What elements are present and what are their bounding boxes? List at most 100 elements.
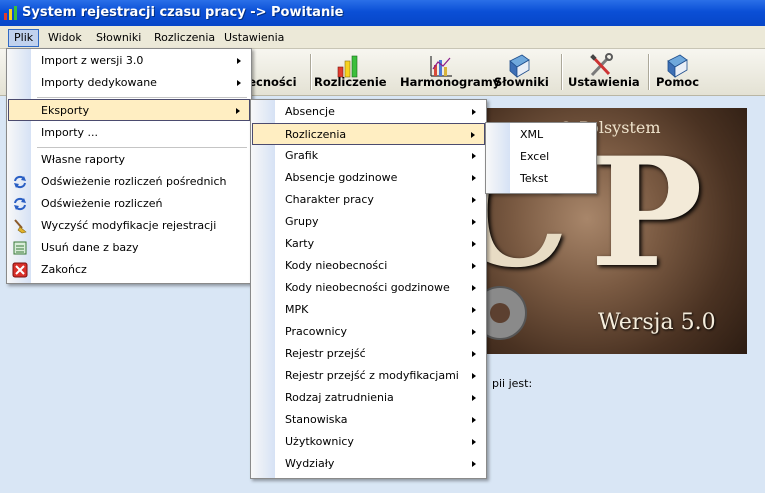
window-title: System rejestracji czasu pracy -> Powita…: [22, 5, 344, 20]
exit-icon: [12, 262, 28, 278]
menu-item-label: Importy dedykowane: [41, 76, 157, 89]
export-item-14[interactable]: Stanowiska: [252, 409, 485, 431]
submenu-arrow-icon: [472, 153, 476, 159]
menu-plik[interactable]: Plik: [8, 29, 40, 47]
submenu-arrow-icon: [472, 109, 476, 115]
title-bar: System rejestracji czasu pracy -> Powita…: [0, 0, 765, 26]
menu-item-own-reports[interactable]: Własne raporty: [8, 149, 250, 171]
export-item-4[interactable]: Charakter pracy: [252, 189, 485, 211]
submenu-arrow-icon: [472, 439, 476, 445]
menu-item-label: Absencje: [285, 105, 335, 118]
menu-item-label: Rejestr przejść: [285, 347, 366, 360]
submenu-arrow-icon: [472, 175, 476, 181]
menu-item-label: Absencje godzinowe: [285, 171, 398, 184]
menu-item-imports[interactable]: Importy ...: [8, 122, 250, 144]
menu-item-label: Odświeżenie rozliczeń: [41, 197, 163, 210]
export-item-8[interactable]: Kody nieobecności godzinowe: [252, 277, 485, 299]
submenu-arrow-icon: [472, 219, 476, 225]
menu-bar: Plik Widok Słowniki Rozliczenia Ustawien…: [0, 26, 765, 49]
plik-menu: Import z wersji 3.0 Importy dedykowane E…: [6, 48, 252, 284]
menu-item-label: Grafik: [285, 149, 319, 162]
menu-item-label: Rejestr przejść z modyfikacjami: [285, 369, 459, 382]
menu-item-label: Wydziały: [285, 457, 335, 470]
billing-export-format-1[interactable]: Excel: [487, 146, 595, 168]
menu-item-label: Stanowiska: [285, 413, 348, 426]
submenu-arrow-icon: [472, 263, 476, 269]
submenu-arrow-icon: [472, 461, 476, 467]
export-item-16[interactable]: Wydziały: [252, 453, 485, 475]
export-item-13[interactable]: Rodzaj zatrudnienia: [252, 387, 485, 409]
menu-rozliczenia[interactable]: Rozliczenia: [148, 30, 221, 46]
menu-separator: [37, 147, 247, 148]
menu-item-label: Importy ...: [41, 126, 99, 139]
gear-icon: [480, 286, 527, 340]
submenu-arrow-icon: [472, 285, 476, 291]
settings-label: Ustawienia: [568, 75, 640, 89]
menu-item-exit[interactable]: Zakończ: [8, 259, 250, 281]
settings-button[interactable]: Ustawienia: [568, 51, 642, 93]
schedules-button[interactable]: Harmonogramy: [400, 51, 500, 93]
export-item-10[interactable]: Pracownicy: [252, 321, 485, 343]
submenu-arrow-icon: [472, 329, 476, 335]
menu-separator: [37, 97, 247, 98]
toolbar-separator: [561, 54, 563, 90]
menu-item-label: Charakter pracy: [285, 193, 374, 206]
menu-item-label: Odświeżenie rozliczeń pośrednich: [41, 175, 227, 188]
menu-item-label: Wyczyść modyfikacje rejestracji: [41, 219, 217, 232]
menu-item-label: Grupy: [285, 215, 319, 228]
export-item-7[interactable]: Kody nieobecności: [252, 255, 485, 277]
submenu-arrow-icon: [472, 417, 476, 423]
help-button[interactable]: Pomoc: [656, 51, 704, 93]
billing-button[interactable]: Rozliczenie: [314, 51, 394, 93]
submenu-arrow-icon: [237, 58, 241, 64]
export-item-5[interactable]: Grupy: [252, 211, 485, 233]
export-item-15[interactable]: Użytkownicy: [252, 431, 485, 453]
toolbar-separator: [310, 54, 312, 90]
menu-item-label: Excel: [520, 150, 550, 163]
help-label: Pomoc: [656, 75, 700, 89]
menu-item-dedicated-imports[interactable]: Importy dedykowane: [8, 72, 250, 94]
splash-letter-p: P: [590, 125, 703, 301]
menu-item-import-v3[interactable]: Import z wersji 3.0: [8, 50, 250, 72]
export-item-0[interactable]: Absencje: [252, 101, 485, 123]
toolbar-separator: [648, 54, 650, 90]
menu-item-label: Usuń dane z bazy: [41, 241, 139, 254]
export-item-12[interactable]: Rejestr przejść z modyfikacjami: [252, 365, 485, 387]
submenu-arrow-icon: [472, 351, 476, 357]
menu-item-delete-data[interactable]: Usuń dane z bazy: [8, 237, 250, 259]
menu-item-label: Import z wersji 3.0: [41, 54, 144, 67]
export-item-11[interactable]: Rejestr przejść: [252, 343, 485, 365]
app-bar-chart-icon: [4, 6, 17, 20]
submenu-arrow-icon: [471, 132, 475, 138]
export-item-2[interactable]: Grafik: [252, 145, 485, 167]
dictionaries-button[interactable]: Słowniki: [494, 51, 556, 93]
export-item-1[interactable]: Rozliczenia: [252, 123, 485, 145]
menu-item-label: Rodzaj zatrudnienia: [285, 391, 394, 404]
menu-slowniki[interactable]: Słowniki: [90, 30, 147, 46]
body-text-fragment: pii jest:: [492, 377, 533, 390]
billing-label: Rozliczenie: [314, 75, 387, 89]
menu-item-exports[interactable]: Eksporty: [8, 99, 250, 121]
menu-widok[interactable]: Widok: [42, 30, 88, 46]
export-item-6[interactable]: Karty: [252, 233, 485, 255]
menu-item-refresh-billing[interactable]: Odświeżenie rozliczeń: [8, 193, 250, 215]
submenu-arrow-icon: [472, 373, 476, 379]
export-item-3[interactable]: Absencje godzinowe: [252, 167, 485, 189]
menu-item-label: Zakończ: [41, 263, 87, 276]
broom-icon: [14, 219, 27, 234]
export-item-9[interactable]: MPK: [252, 299, 485, 321]
billing-export-format-0[interactable]: XML: [487, 124, 595, 146]
rozliczenia-submenu: XML Excel Tekst: [485, 122, 597, 194]
menu-item-label: Kody nieobecności: [285, 259, 388, 272]
submenu-arrow-icon: [237, 80, 241, 86]
submenu-arrow-icon: [236, 108, 240, 114]
menu-item-refresh-intermediate[interactable]: Odświeżenie rozliczeń pośrednich: [8, 171, 250, 193]
delete-data-icon: [13, 241, 27, 255]
menu-item-label: Rozliczenia: [285, 128, 347, 141]
dictionaries-label: Słowniki: [494, 75, 549, 89]
splash-version: Wersja 5.0: [598, 310, 716, 335]
menu-ustawienia[interactable]: Ustawienia: [218, 30, 290, 46]
refresh-icon: [14, 197, 26, 211]
billing-export-format-2[interactable]: Tekst: [487, 168, 595, 190]
menu-item-clear-modifications[interactable]: Wyczyść modyfikacje rejestracji: [8, 215, 250, 237]
